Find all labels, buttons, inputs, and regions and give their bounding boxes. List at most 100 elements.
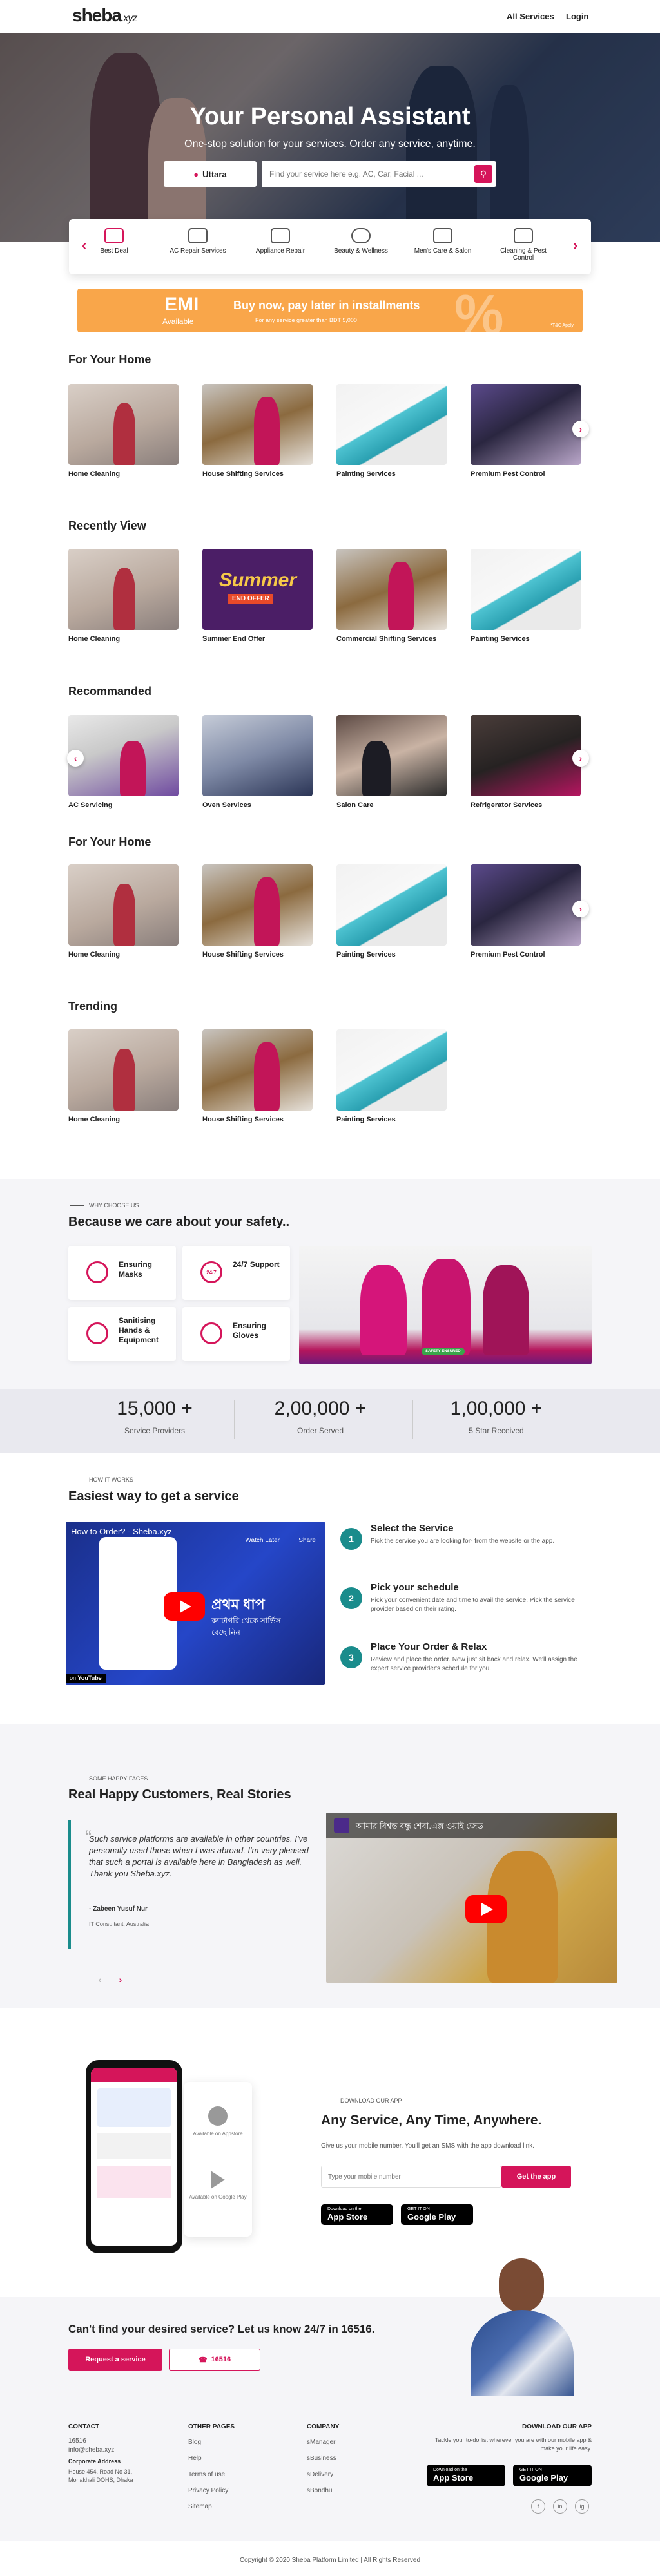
footer-google-play-button[interactable]: GET IT ON Google Play	[513, 2465, 592, 2486]
video-title: How to Order? - Sheba.xyz	[71, 1527, 172, 1536]
youtube-logo[interactable]: on YouTube	[66, 1674, 106, 1683]
category-ac-repair[interactable]: AC Repair Services	[166, 228, 230, 254]
category-beauty[interactable]: Beauty & Wellness	[329, 228, 393, 254]
footer-link-sitemap[interactable]: Sitemap	[188, 2503, 212, 2510]
emi-headline: Buy now, pay later in installments	[233, 299, 420, 312]
service-card[interactable]: Painting Services	[336, 1029, 447, 1123]
safety-card-support: 24/7 24/7 Support	[182, 1246, 290, 1300]
service-image	[68, 549, 179, 630]
carousel-prev-arrow[interactable]: ‹	[67, 750, 84, 767]
service-card[interactable]: Home Cleaning	[68, 384, 179, 478]
service-card[interactable]: Oven Services	[202, 715, 313, 809]
service-card[interactable]: Refrigerator Services	[471, 715, 581, 809]
mobile-number-input[interactable]	[322, 2166, 496, 2187]
search-bar: ⚲	[262, 161, 496, 187]
testimonial-video-player[interactable]: আমার বিশ্বস্ত বন্ধু শেবা.এক্স ওয়াই জেড	[326, 1813, 617, 1983]
nav-login[interactable]: Login	[566, 12, 588, 21]
service-card[interactable]: Premium Pest Control	[471, 384, 581, 478]
youtube-play-button[interactable]	[465, 1895, 507, 1923]
why-title: Because we care about your safety..	[68, 1215, 290, 1229]
category-bar: ‹ Best Deal AC Repair Services Appliance…	[69, 219, 591, 274]
service-card[interactable]: Salon Care	[336, 715, 447, 809]
category-next-arrow[interactable]: ›	[573, 237, 578, 254]
footer-link-smanager[interactable]: sManager	[307, 2439, 335, 2446]
sheba-logo[interactable]: sheba.xyz	[72, 5, 137, 26]
safety-card-gloves: Ensuring Gloves	[182, 1307, 290, 1361]
footer-link-sdelivery[interactable]: sDelivery	[307, 2471, 333, 2478]
category-cleaning[interactable]: Cleaning & Pest Control	[491, 228, 556, 262]
testimonial-author: - Zabeen Yusuf Nur	[89, 1905, 148, 1913]
service-image	[471, 864, 581, 946]
search-input[interactable]	[262, 161, 455, 187]
youtube-play-button[interactable]	[164, 1592, 205, 1621]
top-navbar: sheba.xyz All Services Login	[0, 0, 660, 33]
service-image	[471, 549, 581, 630]
footer-hotline[interactable]: 16516	[68, 2438, 86, 2445]
app-store-button[interactable]: Download on the App Store	[321, 2204, 393, 2225]
app-title: Any Service, Any Time, Anywhere.	[321, 2113, 542, 2128]
carousel-next-arrow[interactable]: ›	[572, 750, 589, 767]
search-button[interactable]: ⚲	[474, 165, 492, 183]
service-card[interactable]: Painting Services	[336, 384, 447, 478]
facebook-icon[interactable]: f	[531, 2499, 545, 2514]
step-3-desc: Review and place the order. Now just sit…	[371, 1656, 578, 1672]
google-play-icon	[211, 2171, 225, 2189]
footer-link-terms[interactable]: Terms of use	[188, 2471, 225, 2478]
linkedin-icon[interactable]: in	[553, 2499, 567, 2514]
get-app-button[interactable]: Get the app	[501, 2166, 571, 2188]
service-card[interactable]: Commercial Shifting Services	[336, 549, 447, 643]
safety-card-sanitising: Sanitising Hands & Equipment	[68, 1307, 176, 1361]
step-1-badge: 1	[340, 1528, 362, 1550]
footer-other-head: OTHER PAGES	[188, 2423, 235, 2430]
how-video-player[interactable]: How to Order? - Sheba.xyz Watch Later Sh…	[66, 1522, 325, 1685]
service-card[interactable]: House Shifting Services	[202, 1029, 313, 1123]
carousel-next-arrow[interactable]: ›	[572, 421, 589, 437]
service-image	[68, 715, 179, 796]
service-image	[336, 549, 447, 630]
service-image	[336, 384, 447, 465]
copyright: Copyright © 2020 Sheba Platform Limited …	[0, 2548, 660, 2576]
beauty-icon	[351, 228, 371, 243]
video-watch-later[interactable]: Watch Later	[245, 1537, 280, 1544]
category-mens-care[interactable]: Men's Care & Salon	[411, 228, 475, 254]
footer-link-sbusiness[interactable]: sBusiness	[307, 2455, 336, 2462]
video-share[interactable]: Share	[298, 1537, 316, 1544]
testimonial-next-arrow[interactable]: ›	[112, 1971, 129, 1988]
step-2-desc: Pick your convenient date and time to av…	[371, 1597, 575, 1613]
service-card[interactable]: Home Cleaning	[68, 549, 179, 643]
step-2-badge: 2	[340, 1587, 362, 1609]
service-image	[471, 384, 581, 465]
footer-link-sbondhu[interactable]: sBondhu	[307, 2487, 332, 2494]
store-availability-card: Available on Appstore Available on Googl…	[184, 2082, 252, 2237]
google-play-button[interactable]: GET IT ON Google Play	[401, 2204, 473, 2225]
footer-email[interactable]: info@sheba.xyz	[68, 2447, 114, 2454]
service-image	[202, 864, 313, 946]
footer-app-store-button[interactable]: Download on the App Store	[427, 2465, 505, 2486]
request-service-button[interactable]: Request a service	[68, 2349, 162, 2371]
service-card[interactable]: House Shifting Services	[202, 864, 313, 959]
instagram-icon[interactable]: ig	[575, 2499, 589, 2514]
footer-link-blog[interactable]: Blog	[188, 2439, 201, 2446]
testimonial-video-caption: আমার বিশ্বস্ত বন্ধু শেবা.এক্স ওয়াই জেড	[356, 1821, 483, 1831]
service-card[interactable]: Premium Pest Control	[471, 864, 581, 959]
service-card[interactable]: Painting Services	[471, 549, 581, 643]
hotline-button[interactable]: ☎ 16516	[169, 2349, 260, 2371]
emi-banner[interactable]: EMI Available Buy now, pay later in inst…	[77, 289, 583, 332]
footer-link-privacy[interactable]: Privacy Policy	[188, 2487, 228, 2494]
service-card[interactable]: House Shifting Services	[202, 384, 313, 478]
how-eyebrow: HOW IT WORKS	[70, 1476, 133, 1483]
location-selector[interactable]: ● Uttara	[164, 161, 257, 187]
service-card[interactable]: Summer END OFFER Summer End Offer	[202, 549, 313, 643]
cleaning-icon	[514, 228, 533, 243]
carousel-next-arrow[interactable]: ›	[572, 901, 589, 917]
service-card[interactable]: Painting Services	[336, 864, 447, 959]
footer-link-help[interactable]: Help	[188, 2455, 202, 2462]
service-card[interactable]: AC Servicing	[68, 715, 179, 809]
testimonial-prev-arrow[interactable]: ‹	[92, 1971, 108, 1988]
apple-icon	[208, 2106, 228, 2126]
category-best-deal[interactable]: Best Deal	[82, 228, 146, 254]
nav-all-services[interactable]: All Services	[507, 12, 554, 21]
service-card[interactable]: Home Cleaning	[68, 1029, 179, 1123]
service-card[interactable]: Home Cleaning	[68, 864, 179, 959]
category-appliance-repair[interactable]: Appliance Repair	[248, 228, 313, 254]
